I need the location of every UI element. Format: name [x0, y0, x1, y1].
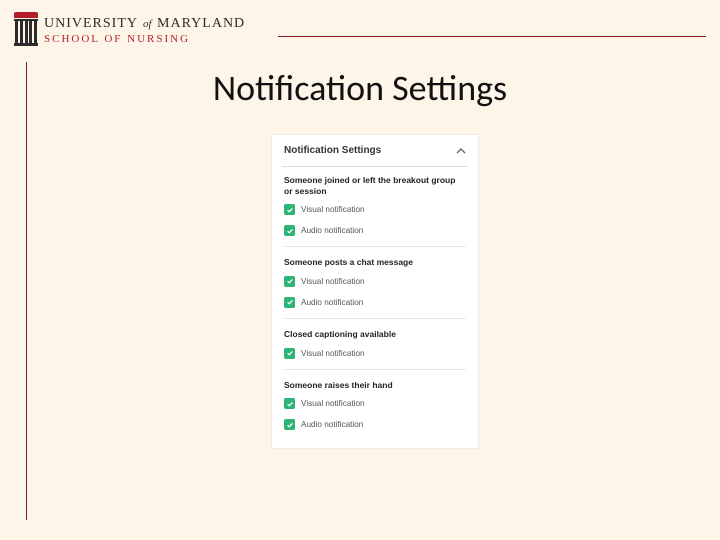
checkbox-checked-icon[interactable] — [284, 276, 295, 287]
brand-maryland: MARYLAND — [157, 16, 245, 31]
left-rule — [26, 62, 27, 520]
checkbox-checked-icon[interactable] — [284, 225, 295, 236]
option-visual[interactable]: Visual notification — [284, 204, 466, 215]
option-label: Audio notification — [301, 226, 363, 235]
section-divider — [284, 318, 466, 319]
option-audio[interactable]: Audio notification — [284, 419, 466, 430]
option-visual[interactable]: Visual notification — [284, 348, 466, 359]
section-title: Someone posts a chat message — [284, 257, 466, 268]
section-raise-hand: Someone raises their hand Visual notific… — [284, 380, 466, 431]
notification-settings-panel: Notification Settings Someone joined or … — [272, 135, 478, 448]
section-title: Someone joined or left the breakout grou… — [284, 175, 466, 196]
section-divider — [284, 369, 466, 370]
slide-header: UNIVERSITY of MARYLAND SCHOOL OF NURSING — [14, 12, 706, 68]
brand-university: UNIVERSITY — [44, 16, 137, 31]
option-label: Visual notification — [301, 205, 365, 214]
column-logo-icon — [14, 12, 38, 50]
section-chat-message: Someone posts a chat message Visual noti… — [284, 257, 466, 308]
chevron-up-icon[interactable] — [456, 146, 466, 156]
option-audio[interactable]: Audio notification — [284, 225, 466, 236]
checkbox-checked-icon[interactable] — [284, 398, 295, 409]
option-audio[interactable]: Audio notification — [284, 297, 466, 308]
option-label: Visual notification — [301, 349, 365, 358]
option-visual[interactable]: Visual notification — [284, 276, 466, 287]
brand-lockup: UNIVERSITY of MARYLAND SCHOOL OF NURSING — [14, 12, 706, 50]
panel-title: Notification Settings — [284, 145, 381, 156]
brand-text: UNIVERSITY of MARYLAND SCHOOL OF NURSING — [44, 17, 245, 45]
option-label: Visual notification — [301, 277, 365, 286]
checkbox-checked-icon[interactable] — [284, 348, 295, 359]
section-joined-left: Someone joined or left the breakout grou… — [284, 175, 466, 236]
header-rule — [278, 36, 706, 37]
option-label: Audio notification — [301, 420, 363, 429]
section-title: Someone raises their hand — [284, 380, 466, 391]
page-title: Notification Settings — [0, 66, 720, 110]
brand-line-1: UNIVERSITY of MARYLAND — [44, 17, 245, 32]
option-visual[interactable]: Visual notification — [284, 398, 466, 409]
option-label: Visual notification — [301, 399, 365, 408]
checkbox-checked-icon[interactable] — [284, 419, 295, 430]
panel-header[interactable]: Notification Settings — [284, 145, 466, 162]
section-title: Closed captioning available — [284, 329, 466, 340]
checkbox-checked-icon[interactable] — [284, 204, 295, 215]
checkbox-checked-icon[interactable] — [284, 297, 295, 308]
section-closed-captioning: Closed captioning available Visual notif… — [284, 329, 466, 359]
section-divider — [284, 246, 466, 247]
panel-divider — [282, 166, 468, 167]
option-label: Audio notification — [301, 298, 363, 307]
brand-of: of — [143, 18, 152, 30]
brand-line-2: SCHOOL OF NURSING — [44, 34, 245, 46]
